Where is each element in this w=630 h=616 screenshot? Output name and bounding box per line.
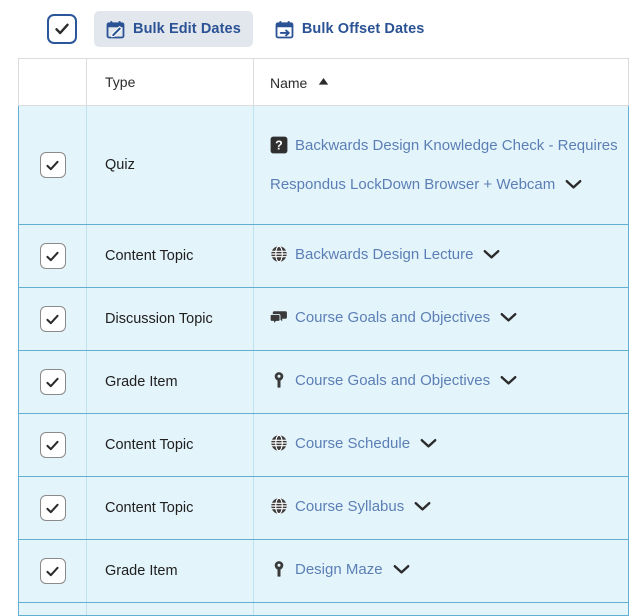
row-type-cell: Grade Item	[86, 350, 254, 414]
row-name-link[interactable]: Course Goals and Objectives	[295, 372, 490, 389]
row-name-cell: ? Backwards Design Knowledge Check - Req…	[253, 105, 629, 225]
dates-table-container: Type Name Quiz ? Backwards Design Knowle…	[18, 58, 629, 616]
bulk-actions-toolbar: Bulk Edit Dates Bulk Offset Dates	[0, 0, 630, 58]
table-header-row: Type Name	[18, 58, 629, 106]
quiz-question-icon: ?	[270, 132, 288, 167]
row-name-cell: Backwards Design Lecture	[253, 224, 629, 288]
row-type-label: Discussion Topic	[105, 311, 213, 327]
row-select-cell	[18, 287, 87, 351]
row-type-cell: Content Topic	[86, 224, 254, 288]
checkmark-icon	[45, 312, 60, 327]
table-row[interactable]: Content Topic Course Schedule	[18, 413, 629, 477]
row-type-cell: Quiz	[86, 105, 254, 225]
row-select-cell	[18, 539, 87, 603]
row-checkbox[interactable]	[39, 495, 66, 521]
grade-key-icon	[270, 556, 288, 591]
row-name-link[interactable]: Course Syllabus	[295, 498, 404, 515]
row-select-cell	[18, 224, 87, 288]
row-type-label: Grade Item	[105, 374, 178, 390]
row-checkbox[interactable]	[39, 369, 66, 395]
column-header-select	[18, 58, 87, 106]
row-checkbox[interactable]	[39, 306, 66, 332]
column-header-type[interactable]: Type	[86, 58, 254, 106]
row-checkbox[interactable]	[39, 243, 66, 269]
row-select-cell	[18, 350, 87, 414]
bulk-offset-dates-button[interactable]: Bulk Offset Dates	[263, 11, 437, 47]
caret-up-icon	[318, 73, 329, 89]
checkmark-icon	[54, 21, 70, 37]
column-header-type-label: Type	[105, 74, 136, 90]
row-checkbox[interactable]	[39, 558, 66, 584]
select-all-checkbox[interactable]	[47, 14, 77, 44]
row-type-cell: Discussion Topic	[86, 287, 254, 351]
table-body: Quiz ? Backwards Design Knowledge Check …	[18, 105, 629, 616]
table-row[interactable]: Discussion Topic Course Goals and Object…	[18, 287, 629, 351]
chevron-down-icon[interactable]	[500, 301, 517, 336]
table-row[interactable]: Grade Item Course Goals and Objectives	[18, 350, 629, 414]
table-row[interactable]: Grade Item Design Maze	[18, 539, 629, 603]
chevron-down-icon[interactable]	[420, 427, 437, 462]
row-type-cell: Content Topic	[86, 476, 254, 540]
chevron-down-icon[interactable]	[565, 168, 582, 203]
row-name-link[interactable]: Backwards Design Lecture	[295, 246, 473, 263]
row-name-link[interactable]: Course Goals and Objectives	[295, 309, 490, 326]
column-header-name-label: Name	[270, 75, 308, 91]
calendar-offset-icon	[275, 20, 294, 39]
row-checkbox[interactable]	[39, 432, 66, 458]
globe-icon	[270, 493, 288, 528]
row-checkbox[interactable]	[39, 152, 66, 178]
checkmark-icon	[45, 249, 60, 264]
checkmark-icon	[45, 438, 60, 453]
checkmark-icon	[45, 375, 60, 390]
row-select-cell	[18, 105, 87, 225]
table-row[interactable]: Content Topic Backwards Design Lecture	[18, 224, 629, 288]
bulk-offset-dates-label: Bulk Offset Dates	[301, 21, 425, 37]
table-header: Type Name	[18, 58, 629, 106]
table-row[interactable]: Quiz ? Backwards Design Knowledge Check …	[18, 105, 629, 225]
column-header-name[interactable]: Name	[253, 58, 629, 106]
row-name-link[interactable]: Course Schedule	[295, 435, 410, 452]
row-name-cell: Design Maze	[253, 539, 629, 603]
chevron-down-icon[interactable]	[414, 490, 431, 525]
bulk-edit-dates-button[interactable]: Bulk Edit Dates	[94, 11, 253, 47]
table-row[interactable]: Content Topic Course Syllabus	[18, 476, 629, 540]
row-name-cell: Course Syllabus	[253, 476, 629, 540]
checkmark-icon	[45, 564, 60, 579]
chevron-down-icon[interactable]	[393, 553, 410, 588]
row-type-label: Grade Item	[105, 563, 178, 579]
row-select-cell	[18, 413, 87, 477]
row-type-label: Content Topic	[105, 437, 194, 453]
row-type-cell: Content Topic	[86, 413, 254, 477]
row-type-label: Quiz	[105, 157, 135, 173]
row-select-cell	[18, 476, 87, 540]
chevron-down-icon[interactable]	[500, 364, 517, 399]
svg-text:?: ?	[275, 138, 283, 152]
row-name-link[interactable]: Design Maze	[295, 561, 383, 578]
checkmark-icon	[45, 501, 60, 516]
row-name-cell: Course Goals and Objectives	[253, 287, 629, 351]
checkmark-icon	[45, 158, 60, 173]
row-type-label: Content Topic	[105, 248, 194, 264]
discussion-bubbles-icon	[269, 304, 288, 339]
row-type-label: Content Topic	[105, 500, 194, 516]
row-name-cell: Course Schedule	[253, 413, 629, 477]
chevron-down-icon[interactable]	[483, 238, 500, 273]
bulk-edit-dates-label: Bulk Edit Dates	[133, 21, 241, 37]
manage-dates-table: Type Name Quiz ? Backwards Design Knowle…	[18, 58, 629, 616]
row-type-cell: Grade Item	[86, 539, 254, 603]
globe-icon	[270, 241, 288, 276]
grade-key-icon	[270, 367, 288, 402]
globe-icon	[270, 430, 288, 465]
row-name-cell: Course Goals and Objectives	[253, 350, 629, 414]
calendar-edit-icon	[106, 20, 125, 39]
